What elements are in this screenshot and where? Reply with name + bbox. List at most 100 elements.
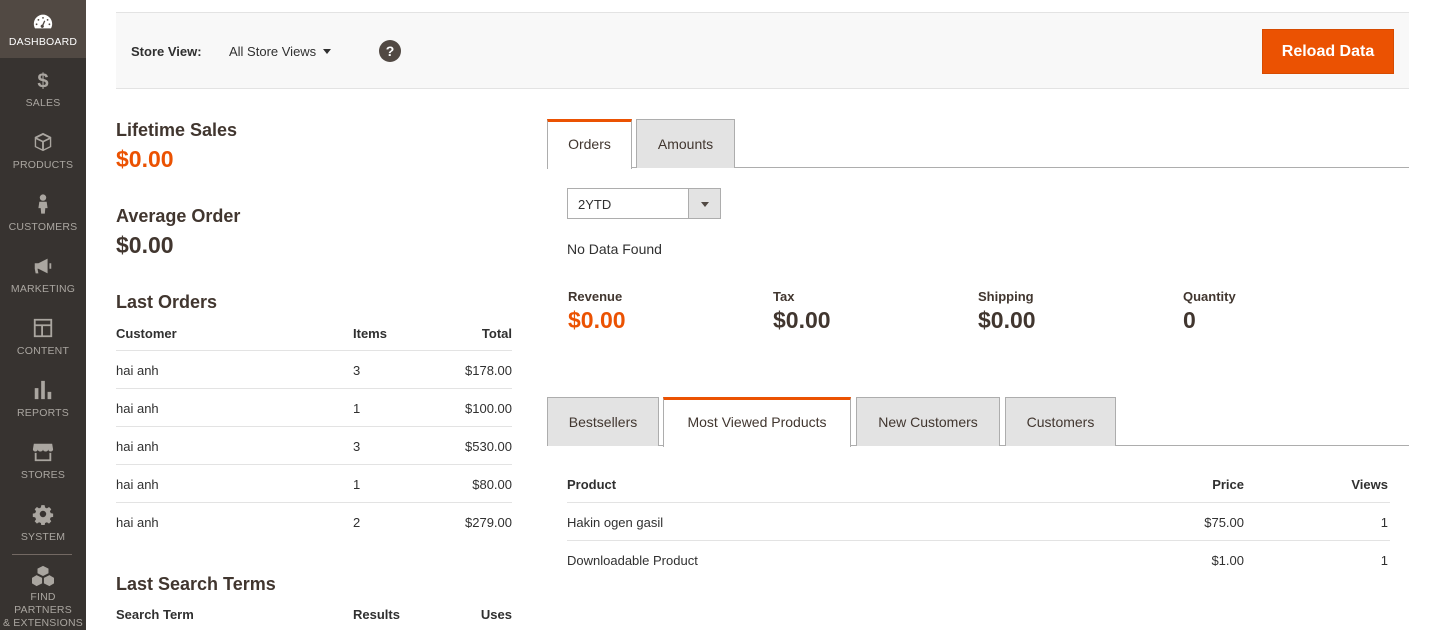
- nav-sales[interactable]: $ SALES: [0, 58, 86, 120]
- column-header-total: Total: [481, 326, 512, 341]
- help-icon[interactable]: ?: [379, 40, 401, 62]
- nav-label: REPORTS: [17, 407, 69, 419]
- column-header-price: Price: [1212, 477, 1244, 492]
- layout-icon: [0, 317, 86, 339]
- order-total: $100.00: [465, 401, 512, 416]
- dashboard-icon: [0, 11, 86, 33]
- dollar-icon: $: [0, 69, 86, 92]
- order-total: $178.00: [465, 363, 512, 378]
- nav-reports[interactable]: REPORTS: [0, 368, 86, 430]
- order-items: 1: [353, 401, 361, 416]
- average-order-label: Average Order: [116, 206, 241, 226]
- column-header-views: Views: [1351, 477, 1388, 492]
- svg-text:$: $: [37, 70, 48, 91]
- nav-products[interactable]: PRODUCTS: [0, 120, 86, 182]
- tab-bestsellers[interactable]: Bestsellers: [547, 397, 659, 446]
- nav-label-line2: & EXTENSIONS: [2, 617, 83, 629]
- column-header-customer: Customer: [116, 326, 177, 341]
- nav-dashboard[interactable]: DASHBOARD: [0, 0, 86, 58]
- chevron-down-icon[interactable]: [323, 49, 331, 54]
- store-view-label: Store View:: [131, 44, 202, 59]
- tab-customers[interactable]: Customers: [1005, 397, 1116, 446]
- store-view-bar: Store View: All Store Views ? Reload Dat…: [116, 12, 1409, 89]
- nav-label: MARKETING: [10, 283, 76, 295]
- shipping-label: Shipping: [978, 289, 1034, 304]
- shipping-value: $0.00: [978, 307, 1036, 333]
- order-items: 1: [353, 477, 361, 492]
- product-price: $1.00: [1211, 553, 1244, 568]
- product-name: Hakin ogen gasil: [567, 515, 664, 530]
- average-order-value: $0.00: [116, 232, 174, 258]
- column-header-items: Items: [353, 326, 387, 341]
- table-row[interactable]: hai anh 3 $178.00: [116, 351, 512, 389]
- table-row[interactable]: hai anh 1 $100.00: [116, 389, 512, 427]
- period-dropdown-button[interactable]: [688, 189, 720, 218]
- grid-tabs: Bestsellers Most Viewed Products New Cus…: [547, 397, 1409, 447]
- cubes-icon: [0, 565, 86, 587]
- nav-label: PRODUCTS: [12, 159, 74, 171]
- nav-label: FIND PARTNERS & EXTENSIONS: [0, 591, 86, 630]
- chevron-down-icon: [701, 202, 709, 207]
- tab-new-customers[interactable]: New Customers: [856, 397, 1000, 446]
- tab-amounts[interactable]: Amounts: [636, 119, 735, 168]
- lifetime-sales-value: $0.00: [116, 146, 174, 172]
- revenue-label: Revenue: [568, 289, 623, 304]
- table-row[interactable]: hai anh 3 $530.00: [116, 427, 512, 465]
- product-views: 1: [1380, 515, 1388, 530]
- quantity-value: 0: [1183, 307, 1196, 333]
- nav-label: DASHBOARD: [8, 36, 78, 48]
- order-customer: hai anh: [116, 439, 159, 454]
- product-price: $75.00: [1204, 515, 1244, 530]
- tax-value: $0.00: [773, 307, 831, 333]
- megaphone-icon: [0, 255, 86, 277]
- tax-label: Tax: [773, 289, 795, 304]
- nav-find-partners[interactable]: FIND PARTNERS & EXTENSIONS: [0, 556, 86, 630]
- table-row[interactable]: Hakin ogen gasil $75.00 1: [567, 503, 1390, 541]
- lifetime-sales-label: Lifetime Sales: [116, 120, 238, 140]
- store-view-switcher[interactable]: All Store Views: [229, 44, 316, 59]
- last-orders-table: Customer Items Total hai anh 3 $178.00 h…: [116, 321, 512, 541]
- order-customer: hai anh: [116, 363, 159, 378]
- table-header: Customer Items Total: [116, 321, 512, 351]
- most-viewed-products-table: Product Price Views Hakin ogen gasil $75…: [567, 466, 1390, 579]
- nav-stores[interactable]: STORES: [0, 430, 86, 492]
- order-customer: hai anh: [116, 477, 159, 492]
- order-items: 3: [353, 439, 361, 454]
- nav-label: SALES: [25, 97, 61, 109]
- column-header-search-term: Search Term: [116, 607, 194, 622]
- quantity-label: Quantity: [1183, 289, 1236, 304]
- order-items: 3: [353, 363, 361, 378]
- table-header: Product Price Views: [567, 466, 1390, 503]
- order-customer: hai anh: [116, 401, 159, 416]
- column-header-product: Product: [567, 477, 617, 492]
- nav-system[interactable]: SYSTEM: [0, 492, 86, 554]
- last-search-terms-title: Last Search Terms: [116, 574, 276, 594]
- order-total: $279.00: [465, 515, 512, 530]
- admin-sidebar: DASHBOARD $ SALES PRODUCTS CUSTOMERS MAR…: [0, 0, 86, 630]
- order-total: $530.00: [465, 439, 512, 454]
- nav-label: CUSTOMERS: [8, 221, 78, 233]
- table-row[interactable]: hai anh 1 $80.00: [116, 465, 512, 503]
- sidebar-divider: [12, 554, 72, 555]
- nav-label: STORES: [20, 469, 66, 481]
- nav-label-line1: FIND PARTNERS: [14, 591, 72, 616]
- product-name: Downloadable Product: [567, 553, 698, 568]
- reload-data-button[interactable]: Reload Data: [1262, 29, 1394, 74]
- nav-marketing[interactable]: MARKETING: [0, 244, 86, 306]
- table-row[interactable]: Downloadable Product $1.00 1: [567, 541, 1390, 579]
- nav-label: CONTENT: [16, 345, 70, 357]
- tab-orders[interactable]: Orders: [547, 119, 632, 169]
- tab-most-viewed-products[interactable]: Most Viewed Products: [663, 397, 851, 447]
- search-terms-header: Search Term Results Uses: [116, 607, 512, 627]
- person-icon: [0, 193, 86, 215]
- order-total: $80.00: [472, 477, 512, 492]
- last-orders-title: Last Orders: [116, 292, 218, 312]
- nav-label: SYSTEM: [20, 531, 66, 543]
- table-row[interactable]: hai anh 2 $279.00: [116, 503, 512, 541]
- column-header-results: Results: [353, 607, 400, 622]
- period-value: 2YTD: [578, 197, 612, 212]
- nav-content[interactable]: CONTENT: [0, 306, 86, 368]
- revenue-value: $0.00: [568, 307, 626, 333]
- nav-customers[interactable]: CUSTOMERS: [0, 182, 86, 244]
- period-select[interactable]: 2YTD: [567, 188, 721, 219]
